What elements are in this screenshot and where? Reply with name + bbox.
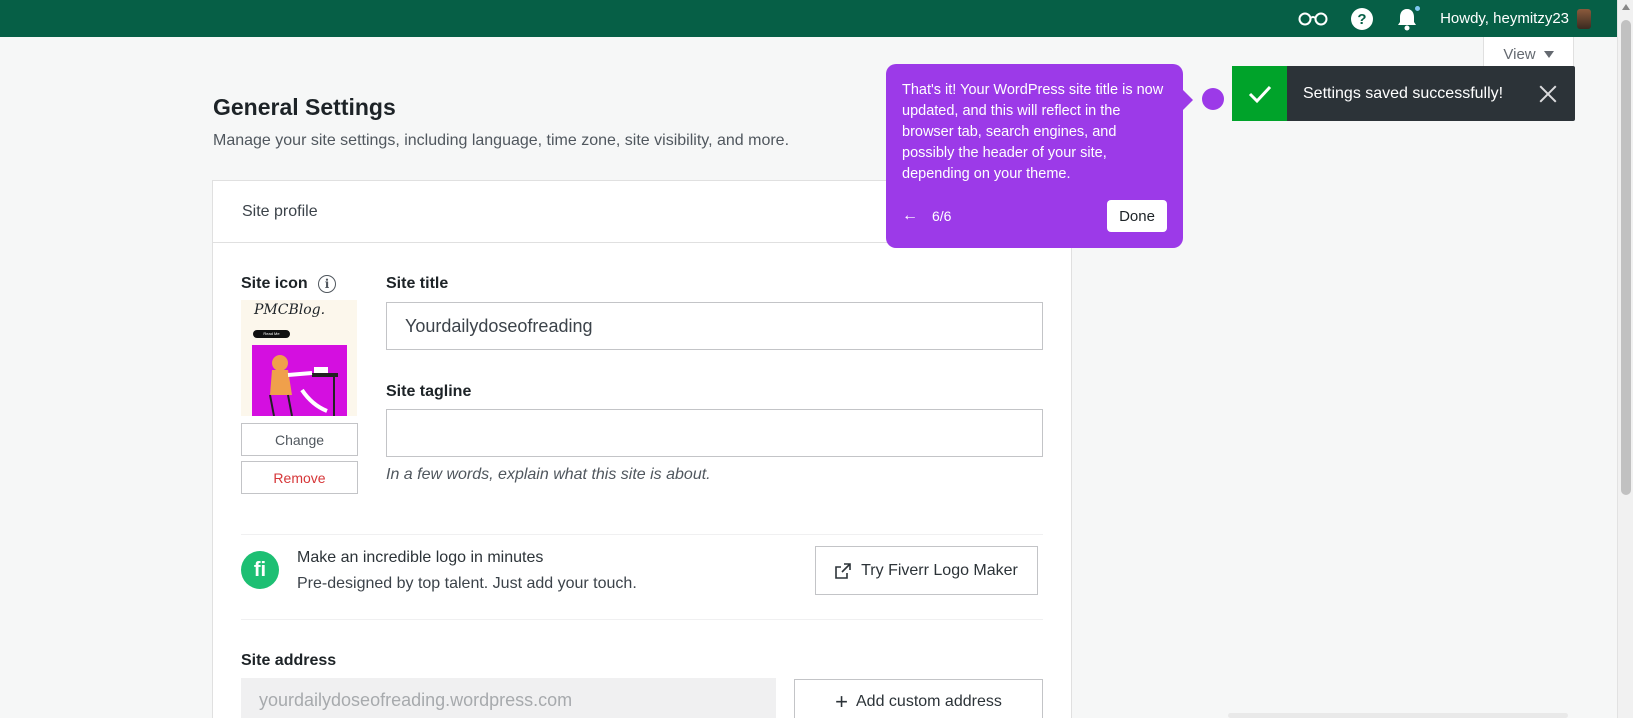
site-tagline-hint: In a few words, explain what this site i… bbox=[386, 466, 711, 483]
guided-tour-tooltip: That's it! Your WordPress site title is … bbox=[886, 64, 1193, 248]
tour-step-count: 6/6 bbox=[932, 208, 952, 224]
promo-subtitle: Pre-designed by top talent. Just add you… bbox=[297, 575, 637, 592]
howdy-text: Howdy, heymitzy23 bbox=[1440, 10, 1569, 27]
add-custom-address-button[interactable]: + Add custom address bbox=[794, 679, 1043, 718]
notification-dot bbox=[1414, 4, 1422, 12]
view-button-label: View bbox=[1503, 46, 1536, 63]
site-icon-label: Site icon bbox=[241, 275, 308, 292]
site-icon-illustration bbox=[252, 345, 347, 416]
divider bbox=[241, 619, 1043, 620]
svg-text:?: ? bbox=[1357, 11, 1366, 28]
help-icon[interactable]: ? bbox=[1350, 7, 1374, 31]
promo-title: Make an incredible logo in minutes bbox=[297, 549, 544, 566]
account-menu[interactable]: Howdy, heymitzy23 bbox=[1440, 8, 1591, 29]
site-icon-image: PMCBlog. Read Me bbox=[241, 300, 357, 416]
page-subtitle: Manage your site settings, including lan… bbox=[213, 132, 790, 149]
caret-down-icon bbox=[1543, 51, 1554, 58]
reader-glasses-icon[interactable] bbox=[1298, 12, 1328, 26]
external-link-icon bbox=[835, 562, 851, 579]
avatar bbox=[1577, 8, 1591, 29]
scrollbar[interactable] bbox=[1617, 0, 1633, 718]
tour-text: That's it! Your WordPress site title is … bbox=[902, 82, 1164, 182]
plus-icon: + bbox=[835, 688, 848, 714]
scroll-up-icon[interactable] bbox=[1622, 4, 1630, 10]
fiverr-logo-icon: fi bbox=[241, 551, 279, 589]
site-tagline-label: Site tagline bbox=[386, 383, 472, 400]
tour-pointer-arrow bbox=[1183, 90, 1193, 110]
admin-bar: ? Howdy, heymitzy23 bbox=[0, 0, 1617, 37]
close-icon[interactable] bbox=[1537, 83, 1559, 105]
change-icon-button[interactable]: Change bbox=[241, 423, 358, 456]
site-address-label: Site address bbox=[241, 652, 337, 669]
tour-footer: ← 6/6 Done bbox=[902, 200, 1167, 232]
tour-beacon bbox=[1202, 88, 1224, 110]
page-title: General Settings bbox=[213, 94, 396, 120]
site-icon-pill: Read Me bbox=[253, 330, 290, 338]
add-custom-address-label: Add custom address bbox=[856, 692, 1002, 710]
site-icon-logo-text: PMCBlog. bbox=[254, 302, 326, 318]
site-tagline-input[interactable] bbox=[386, 409, 1043, 457]
site-address-input[interactable]: yourdailydoseofreading.wordpress.com bbox=[241, 678, 776, 718]
try-fiverr-logo-maker-button[interactable]: Try Fiverr Logo Maker bbox=[815, 546, 1038, 595]
success-notice: Settings saved successfully! bbox=[1232, 66, 1575, 121]
tour-done-button[interactable]: Done bbox=[1107, 200, 1167, 232]
fiverr-button-label: Try Fiverr Logo Maker bbox=[861, 561, 1018, 579]
notifications-bell-icon[interactable] bbox=[1396, 4, 1422, 31]
checkmark-icon bbox=[1232, 66, 1287, 121]
bottom-overlay-edge bbox=[1228, 713, 1568, 718]
site-title-input[interactable]: Yourdailydoseofreading bbox=[386, 302, 1043, 350]
notice-text: Settings saved successfully! bbox=[1303, 84, 1504, 102]
remove-icon-button[interactable]: Remove bbox=[241, 461, 358, 494]
scrollbar-thumb[interactable] bbox=[1621, 20, 1631, 495]
divider bbox=[241, 534, 1043, 535]
back-arrow-icon[interactable]: ← bbox=[902, 207, 918, 225]
site-title-label: Site title bbox=[386, 275, 449, 292]
info-icon[interactable]: i bbox=[318, 275, 336, 293]
